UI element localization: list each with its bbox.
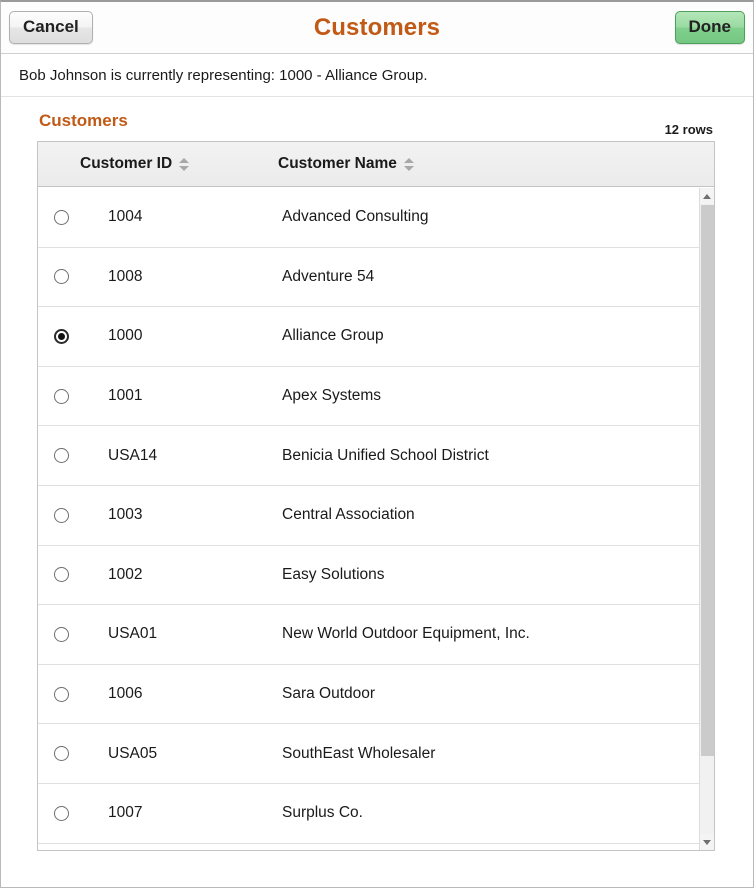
row-radio-button[interactable] [54,508,69,523]
row-radio-button[interactable] [54,746,69,761]
grid-scrollbar[interactable] [699,188,714,850]
table-row[interactable]: 1006Sara Outdoor [38,665,699,725]
column-header-customer-id[interactable]: Customer ID [80,155,278,173]
column-header-customer-id-label: Customer ID [80,155,172,173]
cell-customer-name: SouthEast Wholesaler [278,745,699,763]
representing-status-text: Bob Johnson is currently representing: 1… [1,54,753,97]
row-select-cell [38,627,80,642]
cell-customer-name: Advanced Consulting [278,208,699,226]
customers-grid: Customer ID Customer Name 1004Advanced C… [37,141,715,851]
cell-customer-id: 1006 [80,685,278,703]
cell-customer-name: Surplus Co. [278,804,699,822]
table-row[interactable]: 1002Easy Solutions [38,546,699,606]
page-title: Customers [1,14,753,42]
row-count-label: 12 rows [665,122,713,137]
customer-lookup-modal: Cancel Customers Done Bob Johnson is cur… [0,0,754,888]
chevron-up-icon [703,194,711,199]
row-select-cell [38,389,80,404]
cell-customer-name: Sara Outdoor [278,685,699,703]
table-row[interactable]: 1001Apex Systems [38,367,699,427]
cell-customer-name: Alliance Group [278,327,699,345]
column-header-customer-name[interactable]: Customer Name [278,155,714,173]
cell-customer-id: USA01 [80,625,278,643]
grid-header-row: Customer ID Customer Name [38,142,714,187]
cell-customer-id: 1007 [80,804,278,822]
cell-customer-id: 1002 [80,566,278,584]
row-radio-button[interactable] [54,389,69,404]
table-row[interactable]: 1004Advanced Consulting [38,188,699,248]
cell-customer-name: Benicia Unified School District [278,447,699,465]
row-select-cell [38,329,80,344]
cancel-button[interactable]: Cancel [9,11,93,44]
table-row[interactable]: 1000Alliance Group [38,307,699,367]
table-row[interactable]: USA05SouthEast Wholesaler [38,724,699,784]
row-select-cell [38,508,80,523]
cell-customer-name: Adventure 54 [278,268,699,286]
sort-indicator-icon[interactable] [179,158,189,171]
scroll-up-button[interactable] [700,188,714,204]
row-select-cell [38,687,80,702]
cell-customer-id: USA14 [80,447,278,465]
row-select-cell [38,210,80,225]
row-select-cell [38,448,80,463]
table-row[interactable]: USA01New World Outdoor Equipment, Inc. [38,605,699,665]
sort-indicator-icon[interactable] [404,158,414,171]
cell-customer-id: 1004 [80,208,278,226]
row-select-cell [38,806,80,821]
row-radio-button[interactable] [54,210,69,225]
cell-customer-name: New World Outdoor Equipment, Inc. [278,625,699,643]
cell-customer-id: USA05 [80,745,278,763]
cell-customer-name: Central Association [278,506,699,524]
section-title: Customers [39,111,128,130]
scroll-down-button[interactable] [700,834,714,850]
cell-customer-id: 1001 [80,387,278,405]
row-radio-button[interactable] [54,806,69,821]
done-button[interactable]: Done [675,11,746,44]
row-select-cell [38,746,80,761]
table-row[interactable]: 1007Surplus Co. [38,784,699,844]
table-row[interactable]: USA14Benicia Unified School District [38,426,699,486]
row-select-cell [38,567,80,582]
table-row[interactable]: 1008Adventure 54 [38,248,699,308]
cell-customer-id: 1000 [80,327,278,345]
cell-customer-id: 1008 [80,268,278,286]
scrollbar-thumb[interactable] [701,205,714,756]
row-radio-button[interactable] [54,269,69,284]
row-radio-button[interactable] [54,627,69,642]
row-radio-button[interactable] [54,448,69,463]
row-select-cell [38,269,80,284]
cell-customer-name: Easy Solutions [278,566,699,584]
section-header: Customers 12 rows [39,111,713,137]
row-radio-button[interactable] [54,329,69,344]
table-row[interactable]: 1003Central Association [38,486,699,546]
grid-body: 1004Advanced Consulting1008Adventure 541… [38,188,699,850]
cell-customer-id: 1003 [80,506,278,524]
chevron-down-icon [703,840,711,845]
modal-header: Cancel Customers Done [1,2,753,54]
row-radio-button[interactable] [54,567,69,582]
row-radio-button[interactable] [54,687,69,702]
column-header-customer-name-label: Customer Name [278,155,397,173]
cell-customer-name: Apex Systems [278,387,699,405]
